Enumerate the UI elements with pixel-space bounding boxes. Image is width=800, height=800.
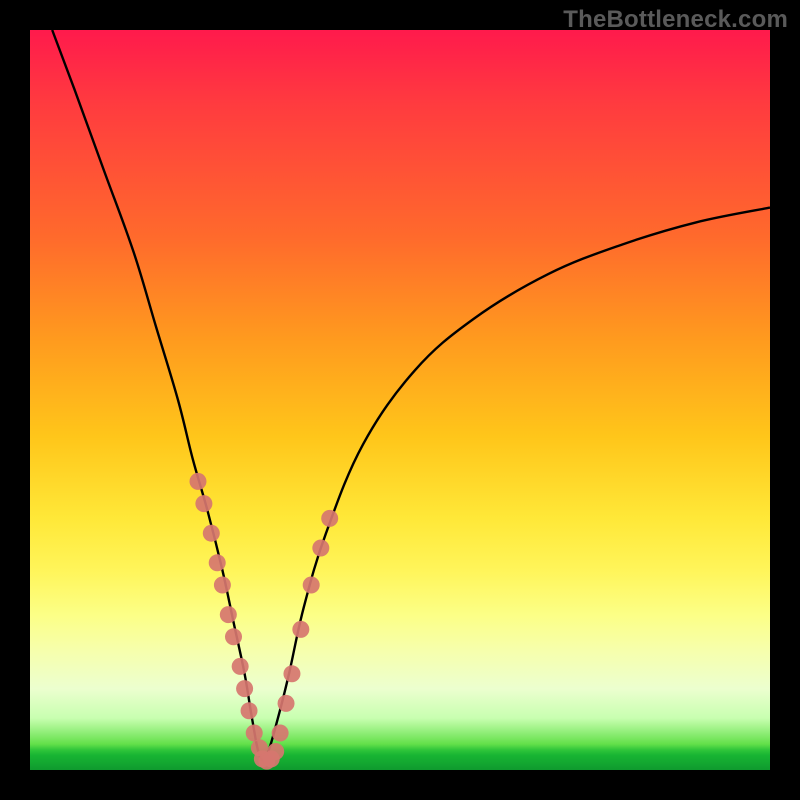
highlight-dot (195, 495, 212, 512)
bottleneck-curve (52, 30, 770, 760)
highlight-dot (203, 525, 220, 542)
highlight-dot (283, 665, 300, 682)
highlight-dot (278, 695, 295, 712)
highlight-dot (292, 621, 309, 638)
highlight-dot (232, 658, 249, 675)
watermark-text: TheBottleneck.com (563, 6, 788, 34)
highlight-dot (209, 554, 226, 571)
curve-svg (30, 30, 770, 770)
highlight-dot (241, 702, 258, 719)
highlight-dot (236, 680, 253, 697)
highlight-dot (312, 540, 329, 557)
highlight-dot (220, 606, 237, 623)
highlight-dot (189, 473, 206, 490)
highlight-dot (214, 577, 231, 594)
plot-area (30, 30, 770, 770)
chart-frame: TheBottleneck.com (0, 0, 800, 800)
highlight-dot (246, 725, 263, 742)
highlight-dot (267, 743, 284, 760)
highlight-dot (272, 725, 289, 742)
highlight-dot (225, 628, 242, 645)
highlight-dot (321, 510, 338, 527)
highlight-dot (303, 577, 320, 594)
